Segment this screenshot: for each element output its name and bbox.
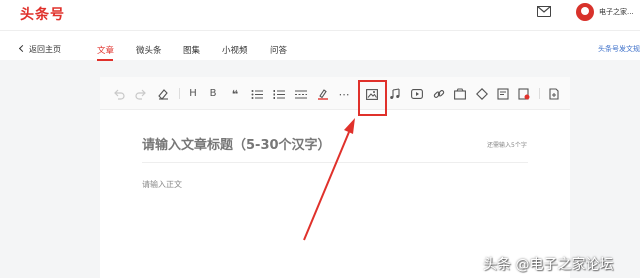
watermark: 头条 @电子之家论坛 xyxy=(483,257,614,273)
annotation-arrow xyxy=(303,118,355,241)
